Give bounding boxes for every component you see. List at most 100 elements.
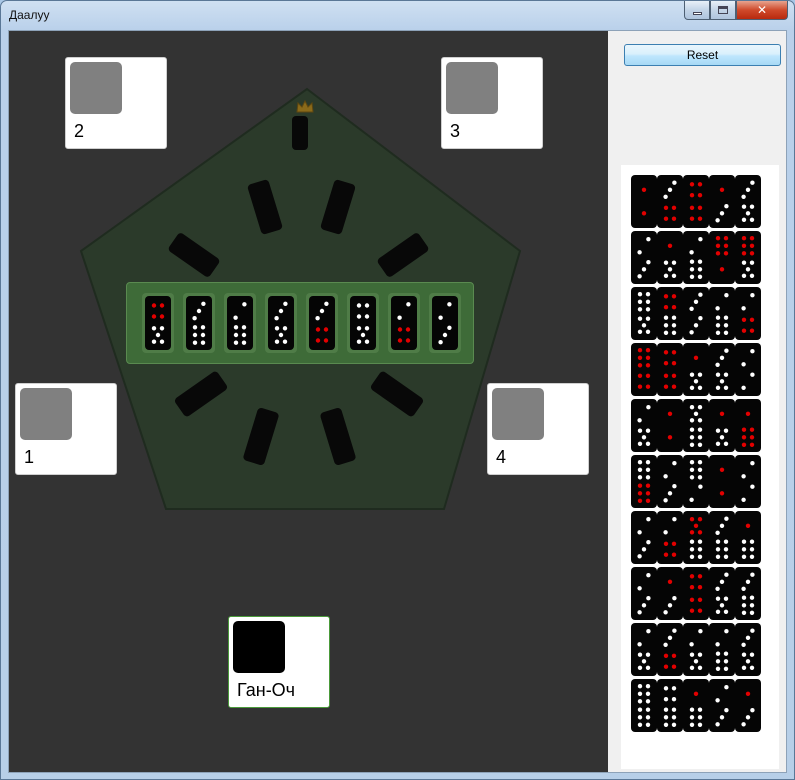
- empty-domino-slot: [292, 116, 308, 150]
- pool-domino[interactable]: [683, 679, 709, 732]
- pool-domino[interactable]: [657, 567, 683, 620]
- pool-domino[interactable]: [735, 231, 761, 284]
- pool-domino[interactable]: [657, 343, 683, 396]
- pool-domino[interactable]: [683, 231, 709, 284]
- domino-pips: [689, 182, 703, 221]
- pool-domino[interactable]: [631, 455, 657, 508]
- pool-domino[interactable]: [683, 511, 709, 564]
- pool-domino[interactable]: [631, 399, 657, 452]
- domino-pips: [663, 243, 677, 278]
- pool-domino[interactable]: [657, 679, 683, 732]
- domino-pips: [637, 348, 651, 389]
- pool-domino[interactable]: [709, 231, 735, 284]
- hand-domino[interactable]: [350, 296, 376, 350]
- pool-domino[interactable]: [683, 287, 709, 340]
- pool-domino[interactable]: [709, 343, 735, 396]
- pool-domino[interactable]: [709, 623, 735, 676]
- pool-domino[interactable]: [631, 287, 657, 340]
- pool-domino[interactable]: [683, 343, 709, 396]
- pool-domino[interactable]: [735, 399, 761, 452]
- domino-pips: [689, 629, 703, 670]
- domino-pips: [689, 355, 703, 390]
- pool-domino[interactable]: [657, 455, 683, 508]
- hand-slot: [224, 293, 256, 353]
- pool-domino[interactable]: [735, 455, 761, 508]
- pool-domino[interactable]: [683, 399, 709, 452]
- domino-pips: [741, 523, 755, 559]
- domino-pips: [315, 301, 329, 343]
- title-bar[interactable]: Даалуу ✕: [1, 1, 794, 29]
- pool-domino[interactable]: [735, 679, 761, 732]
- domino-pips: [637, 629, 651, 670]
- pool-domino[interactable]: [709, 511, 735, 564]
- hand-slot: [306, 293, 338, 353]
- hand-domino[interactable]: [268, 296, 294, 350]
- pool-domino[interactable]: [683, 623, 709, 676]
- domino-pool: [621, 165, 779, 769]
- pool-domino[interactable]: [631, 175, 657, 228]
- pool-domino[interactable]: [631, 567, 657, 620]
- domino-pips: [637, 573, 651, 615]
- pool-domino[interactable]: [631, 679, 657, 732]
- pool-domino[interactable]: [683, 567, 709, 620]
- pool-domino[interactable]: [735, 175, 761, 228]
- pool-domino[interactable]: [657, 175, 683, 228]
- pool-domino[interactable]: [631, 231, 657, 284]
- pool-domino[interactable]: [657, 231, 683, 284]
- hand-domino[interactable]: [391, 296, 417, 350]
- domino-pips: [637, 460, 651, 503]
- domino-pips: [641, 187, 647, 216]
- pool-domino[interactable]: [735, 623, 761, 676]
- pool-domino[interactable]: [735, 287, 761, 340]
- pool-domino[interactable]: [735, 343, 761, 396]
- player-name: 1: [24, 447, 35, 467]
- domino-pips: [741, 349, 755, 390]
- pool-domino[interactable]: [683, 175, 709, 228]
- pool-domino[interactable]: [657, 511, 683, 564]
- domino-pips: [663, 180, 677, 221]
- domino-pips: [741, 628, 755, 670]
- pool-domino[interactable]: [709, 399, 735, 452]
- avatar: [70, 62, 122, 114]
- pool-domino[interactable]: [631, 343, 657, 396]
- pool-domino[interactable]: [709, 567, 735, 620]
- domino-pips: [715, 348, 729, 390]
- domino-pips: [637, 292, 651, 334]
- avatar: [492, 388, 544, 440]
- hand-slot: [347, 293, 379, 353]
- domino-pips: [715, 236, 729, 272]
- minimize-button[interactable]: [684, 1, 710, 20]
- domino-pips: [274, 301, 288, 344]
- pool-domino[interactable]: [709, 455, 735, 508]
- pool-domino[interactable]: [709, 287, 735, 340]
- hand-domino[interactable]: [432, 296, 458, 350]
- domino-pips: [356, 303, 370, 344]
- domino-pips: [741, 180, 755, 222]
- pool-domino[interactable]: [683, 455, 709, 508]
- maximize-icon: [718, 6, 728, 14]
- hand-slot: [265, 293, 297, 353]
- pool-domino[interactable]: [735, 567, 761, 620]
- pool-domino[interactable]: [657, 399, 683, 452]
- domino-pips: [715, 572, 729, 614]
- pool-domino[interactable]: [631, 623, 657, 676]
- player-card-2: 2: [65, 57, 167, 149]
- pool-domino[interactable]: [631, 511, 657, 564]
- hand-domino[interactable]: [309, 296, 335, 350]
- reset-button[interactable]: Reset: [624, 44, 781, 66]
- domino-pips: [663, 350, 677, 389]
- pool-domino[interactable]: [657, 623, 683, 676]
- hand-domino[interactable]: [145, 296, 171, 350]
- hand-domino[interactable]: [227, 296, 253, 350]
- domino-pips: [663, 461, 677, 503]
- close-button[interactable]: ✕: [736, 1, 788, 20]
- pool-domino[interactable]: [709, 175, 735, 228]
- avatar: [446, 62, 498, 114]
- caption-buttons: ✕: [684, 1, 788, 21]
- hand-domino[interactable]: [186, 296, 212, 350]
- pool-domino[interactable]: [735, 511, 761, 564]
- pool-domino[interactable]: [709, 679, 735, 732]
- domino-pips: [689, 460, 703, 502]
- pool-domino[interactable]: [657, 287, 683, 340]
- maximize-button[interactable]: [710, 1, 736, 20]
